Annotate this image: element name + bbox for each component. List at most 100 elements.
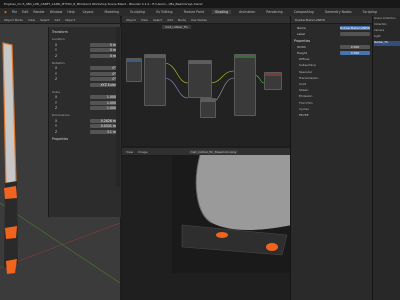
dimensions-y-field[interactable]: 0.0341 m bbox=[90, 124, 118, 128]
scale-label: Scale bbox=[52, 89, 61, 94]
color-ramp-node[interactable] bbox=[188, 60, 212, 98]
tab-sculpting[interactable]: Sculpting bbox=[127, 10, 148, 14]
node-select-menu[interactable]: Select bbox=[153, 18, 162, 22]
rotation-x-row: X 0° bbox=[55, 66, 118, 70]
node-object-dropdown[interactable]: Object bbox=[126, 18, 136, 22]
menu-window[interactable]: Window bbox=[50, 10, 63, 14]
outliner-item-scene-collection[interactable]: Scene Collection bbox=[374, 17, 400, 22]
tab-animation[interactable]: Animation bbox=[236, 10, 258, 14]
dimensions-x-row: X 0.2626 m bbox=[55, 118, 118, 123]
image-texture-node[interactable] bbox=[144, 54, 166, 106]
height-field[interactable]: 0.500 bbox=[340, 51, 370, 55]
location-y-field[interactable]: 0 m bbox=[90, 48, 118, 52]
outliner-item-light[interactable]: Light bbox=[374, 35, 400, 40]
coat-panel[interactable]: Coat bbox=[299, 82, 373, 86]
tab-uv-editing[interactable]: UV Editing bbox=[153, 10, 176, 14]
location-x-field[interactable]: 0 m bbox=[90, 42, 118, 47]
transmission-panel[interactable]: Transmission bbox=[299, 76, 373, 80]
location-z-field[interactable]: 0 m bbox=[90, 53, 118, 58]
principled-bsdf-node[interactable] bbox=[234, 54, 256, 116]
tab-compositing[interactable]: Compositing bbox=[291, 10, 317, 14]
dimensions-label: Dimensions bbox=[52, 113, 70, 117]
view-menu[interactable]: View bbox=[28, 18, 35, 22]
rotation-mode-dropdown[interactable]: XYZ Euler bbox=[90, 82, 118, 87]
cycles-panel[interactable]: Cycles bbox=[299, 107, 373, 111]
blender-logo-icon[interactable]: ◉ bbox=[4, 10, 7, 14]
use-nodes-toggle[interactable]: Use Nodes bbox=[191, 18, 207, 22]
outliner-item-rubber-fin[interactable]: Rubber_Fin bbox=[374, 41, 400, 46]
properties-header: RubberMaterialNEW bbox=[291, 16, 373, 24]
image-name-field[interactable]: mat_rubber_fin_BaseColor.png bbox=[188, 149, 239, 154]
dimensions-z-row: Z 3.1 m bbox=[55, 129, 118, 134]
outliner-item-camera[interactable]: Camera bbox=[374, 29, 400, 34]
properties-editor: RubberMaterialNEW Name RubberMaterialNEW … bbox=[290, 16, 373, 300]
node-view-menu[interactable]: View bbox=[141, 18, 148, 22]
specular-panel[interactable]: Specular bbox=[299, 70, 373, 74]
subsurface-panel[interactable]: Subsurface bbox=[299, 63, 373, 67]
outliner-item-collection[interactable]: Collection bbox=[374, 23, 400, 28]
node-node-menu[interactable]: Node bbox=[178, 18, 186, 22]
label-field[interactable] bbox=[340, 32, 370, 36]
image-image-menu[interactable]: Image bbox=[138, 150, 147, 154]
transform-header[interactable]: Transform bbox=[52, 30, 121, 34]
rotation-y-field[interactable]: 0° bbox=[90, 71, 118, 76]
select-menu[interactable]: Select bbox=[40, 18, 49, 22]
rotation-x-field[interactable]: 0° bbox=[90, 66, 118, 70]
tab-scripting[interactable]: Scripting bbox=[360, 10, 380, 14]
diffuse-panel[interactable]: Diffuse bbox=[299, 57, 373, 61]
eevee-panel[interactable]: EEVEE bbox=[299, 113, 373, 117]
math-node[interactable] bbox=[200, 98, 216, 118]
orange-marker bbox=[266, 243, 278, 251]
menu-file[interactable]: File bbox=[12, 10, 17, 14]
tab-layout[interactable]: Layout bbox=[80, 10, 97, 14]
emission-panel[interactable]: Emission bbox=[299, 94, 373, 98]
location-z-row: Z0 m bbox=[55, 53, 118, 58]
tab-rendering[interactable]: Rendering bbox=[263, 10, 285, 14]
dimensions-x-field[interactable]: 0.2626 m bbox=[90, 118, 118, 123]
rotation-z-field[interactable]: 0° bbox=[90, 77, 118, 81]
sheen-panel[interactable]: Sheen bbox=[299, 88, 373, 92]
image-editor[interactable]: View Image mat_rubber_fin_BaseColor.png bbox=[122, 148, 290, 300]
properties-subpanel-header[interactable]: Properties bbox=[52, 137, 121, 141]
texture-preview[interactable] bbox=[122, 155, 290, 300]
scale-z-row: Z 1.000 bbox=[55, 106, 118, 110]
menu-help[interactable]: Help bbox=[67, 10, 74, 14]
scale-y-row: Y 1.000 bbox=[55, 100, 118, 105]
tab-shading[interactable]: Shading bbox=[212, 10, 232, 14]
rotation-mode-row: XYZ Euler bbox=[55, 82, 118, 87]
material-output-node[interactable] bbox=[264, 72, 282, 90]
name-field[interactable]: RubberMaterialNEW bbox=[339, 26, 370, 30]
rotation-y-row: Y 0° bbox=[55, 71, 118, 76]
tab-modeling[interactable]: Modeling bbox=[102, 10, 123, 14]
n-panel-tabs[interactable] bbox=[116, 27, 120, 187]
scale-x-field[interactable]: 1.000 bbox=[90, 95, 118, 99]
mode-dropdown[interactable]: Object Mode bbox=[4, 18, 23, 22]
tab-texture-paint[interactable]: Texture Paint bbox=[181, 10, 208, 14]
mapping-node[interactable] bbox=[126, 58, 142, 82]
menu-edit[interactable]: Edit bbox=[22, 10, 28, 14]
width-field[interactable]: 0.500 bbox=[340, 45, 370, 49]
shader-node-editor[interactable]: Object View Select Add Node Use Nodes ma… bbox=[122, 16, 290, 146]
add-menu[interactable]: Add bbox=[54, 18, 60, 22]
scale-x-row: X 1.000 bbox=[55, 95, 118, 99]
object-menu[interactable]: Object bbox=[65, 18, 75, 22]
scale-z-field[interactable]: 1.000 bbox=[90, 106, 118, 110]
properties-material-name[interactable]: RubberMaterialNEW bbox=[295, 18, 325, 22]
rotation-label: Rotation bbox=[52, 60, 65, 65]
location-x-row: X0 m bbox=[55, 42, 118, 47]
node-add-menu[interactable]: Add bbox=[167, 18, 173, 22]
scale-y-field[interactable]: 1.000 bbox=[90, 100, 118, 105]
label-row: Label bbox=[297, 32, 370, 36]
rotation-z-row: Z 0° bbox=[55, 77, 118, 81]
properties-section-header[interactable]: Properties bbox=[294, 39, 373, 43]
menu-render[interactable]: Render bbox=[33, 10, 44, 14]
outliner: Scene Collection Collection Camera Light… bbox=[372, 16, 400, 300]
fin-orange-band bbox=[5, 226, 17, 239]
dimensions-z-field[interactable]: 3.1 m bbox=[90, 129, 118, 134]
thin-film-panel[interactable]: Thin Film bbox=[299, 101, 373, 105]
n-panel: Transform Location X0 m Y0 m Z0 m Rotati… bbox=[48, 27, 121, 217]
window-title: Engines_CC-5_SB1_LPD_ASSET_LAND_PHYSO_8_… bbox=[4, 2, 203, 6]
tab-geometry-nodes[interactable]: Geometry Nodes bbox=[322, 10, 355, 14]
location-y-row: Y0 m bbox=[55, 48, 118, 52]
image-view-menu[interactable]: View bbox=[126, 150, 133, 154]
